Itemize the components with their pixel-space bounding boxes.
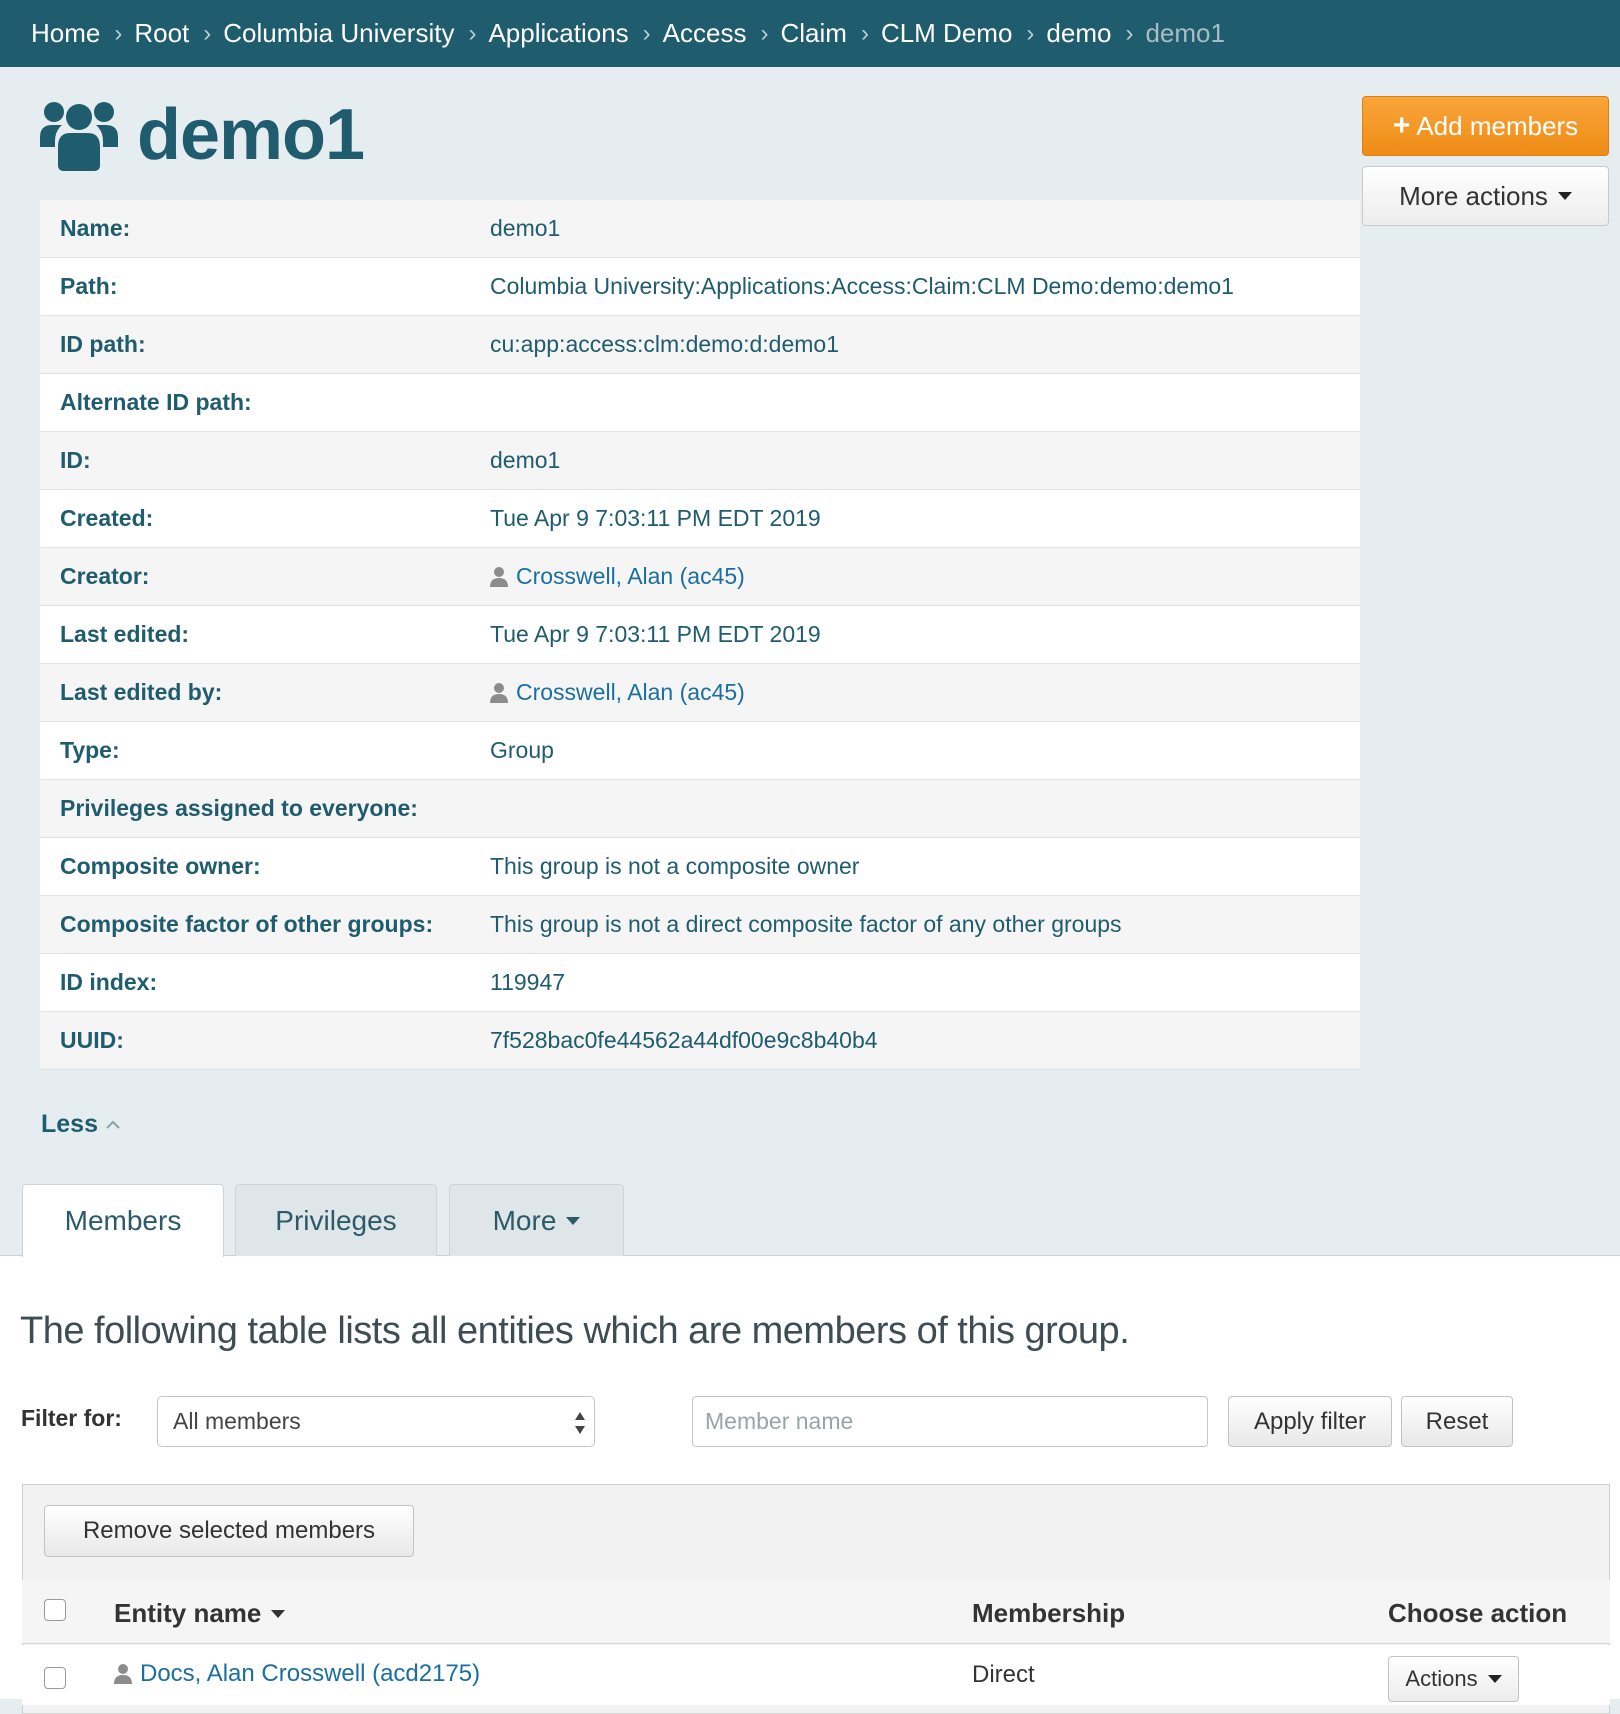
- chevron-right-icon: ›: [642, 19, 651, 47]
- choose-action-column-header: Choose action: [1388, 1598, 1568, 1628]
- remove-selected-members-button[interactable]: Remove selected members: [44, 1505, 414, 1557]
- member-filter-select[interactable]: All members: [157, 1396, 595, 1447]
- filter-label: Filter for:: [21, 1405, 122, 1431]
- add-members-button[interactable]: + Add members: [1362, 96, 1609, 156]
- detail-row-creator: Creator: Crosswell, Alan (ac45): [40, 548, 1360, 606]
- member-link[interactable]: Docs, Alan Crosswell (acd2175): [114, 1660, 480, 1688]
- user-icon: [490, 566, 508, 587]
- breadcrumb-current: › demo1: [1125, 18, 1225, 48]
- table-row: Docs, Alan Crosswell (acd2175) Direct: [22, 1645, 1610, 1705]
- detail-row-id-index: ID index: 119947: [40, 954, 1360, 1012]
- detail-row-id-path: ID path: cu:app:access:clm:demo:d:demo1: [40, 316, 1360, 374]
- breadcrumb-clm-demo[interactable]: › CLM Demo: [847, 18, 1012, 49]
- user-icon: [490, 682, 508, 703]
- detail-row-last-edited-by: Last edited by: Crosswell, Alan (ac45): [40, 664, 1360, 722]
- reset-button[interactable]: Reset: [1401, 1396, 1513, 1447]
- chevron-right-icon: ›: [860, 19, 869, 47]
- detail-row-id: ID: demo1: [40, 432, 1360, 490]
- chevron-up-icon: [106, 1120, 120, 1129]
- user-icon: [114, 1664, 132, 1684]
- tab-privileges[interactable]: Privileges: [235, 1184, 437, 1256]
- detail-row-uuid: UUID: 7f528bac0fe44562a44df00e9c8b40b4: [40, 1012, 1360, 1070]
- chevron-right-icon: ›: [1026, 19, 1035, 47]
- detail-row-alternate-id-path: Alternate ID path:: [40, 374, 1360, 432]
- member-name-input[interactable]: [692, 1396, 1208, 1447]
- chevron-right-icon: ›: [760, 19, 769, 47]
- plus-icon: +: [1392, 109, 1411, 142]
- chevron-right-icon: ›: [203, 19, 212, 47]
- select-all-checkbox[interactable]: [44, 1599, 66, 1621]
- detail-row-last-edited: Last edited: Tue Apr 9 7:03:11 PM EDT 201…: [40, 606, 1360, 664]
- caret-down-icon: [1487, 1675, 1502, 1683]
- caret-down-icon: [1557, 192, 1572, 200]
- breadcrumb-access[interactable]: › Access: [629, 18, 747, 49]
- detail-row-type: Type: Group: [40, 722, 1360, 780]
- membership-column-header: Membership: [972, 1598, 1126, 1628]
- page-title: demo1: [137, 95, 365, 175]
- detail-row-path: Path: Columbia University:Applications:Ac…: [40, 258, 1360, 316]
- detail-row-composite-owner: Composite owner: This group is not a comp…: [40, 838, 1360, 896]
- sort-caret-icon: [271, 1609, 286, 1618]
- breadcrumb-applications[interactable]: › Applications: [454, 18, 628, 49]
- breadcrumb-root[interactable]: › Root: [100, 18, 189, 49]
- breadcrumb-columbia-university[interactable]: › Columbia University: [189, 18, 454, 49]
- members-intro-text: The following table lists all entities w…: [20, 1310, 1130, 1352]
- select-arrows-icon: [575, 1412, 585, 1434]
- more-actions-button[interactable]: More actions: [1362, 166, 1609, 226]
- detail-row-composite-factor: Composite factor of other groups: This gr…: [40, 896, 1360, 954]
- detail-row-name: Name: demo1: [40, 200, 1360, 258]
- row-checkbox[interactable]: [44, 1667, 66, 1689]
- less-toggle[interactable]: Less: [41, 1110, 120, 1139]
- breadcrumb-claim[interactable]: › Claim: [746, 18, 846, 49]
- group-icon: [40, 102, 118, 171]
- entity-name-column-header[interactable]: Entity name: [114, 1598, 286, 1629]
- breadcrumb-demo[interactable]: › demo: [1012, 18, 1111, 49]
- detail-row-created: Created: Tue Apr 9 7:03:11 PM EDT 2019: [40, 490, 1360, 548]
- creator-link[interactable]: Crosswell, Alan (ac45): [490, 563, 745, 590]
- tab-members[interactable]: Members: [22, 1184, 224, 1257]
- chevron-right-icon: ›: [114, 19, 123, 47]
- chevron-right-icon: ›: [468, 19, 477, 47]
- breadcrumb: Home › Root › Columbia University › Applica…: [0, 0, 1620, 67]
- caret-down-icon: [566, 1216, 581, 1225]
- detail-row-privileges-everyone: Privileges assigned to everyone:: [40, 780, 1360, 838]
- tab-more[interactable]: More: [449, 1184, 624, 1256]
- apply-filter-button[interactable]: Apply filter: [1228, 1396, 1392, 1447]
- table-header: Entity name Membership Choose action: [22, 1580, 1610, 1644]
- breadcrumb-home[interactable]: Home: [31, 18, 100, 49]
- membership-value: Direct: [972, 1661, 1035, 1688]
- page-header: demo1: [40, 94, 365, 176]
- last-edited-by-link[interactable]: Crosswell, Alan (ac45): [490, 679, 745, 706]
- row-actions-button[interactable]: Actions: [1388, 1656, 1519, 1702]
- chevron-right-icon: ›: [1125, 19, 1134, 47]
- group-details-table: Name: demo1 Path: Columbia University:Appl…: [40, 200, 1360, 1070]
